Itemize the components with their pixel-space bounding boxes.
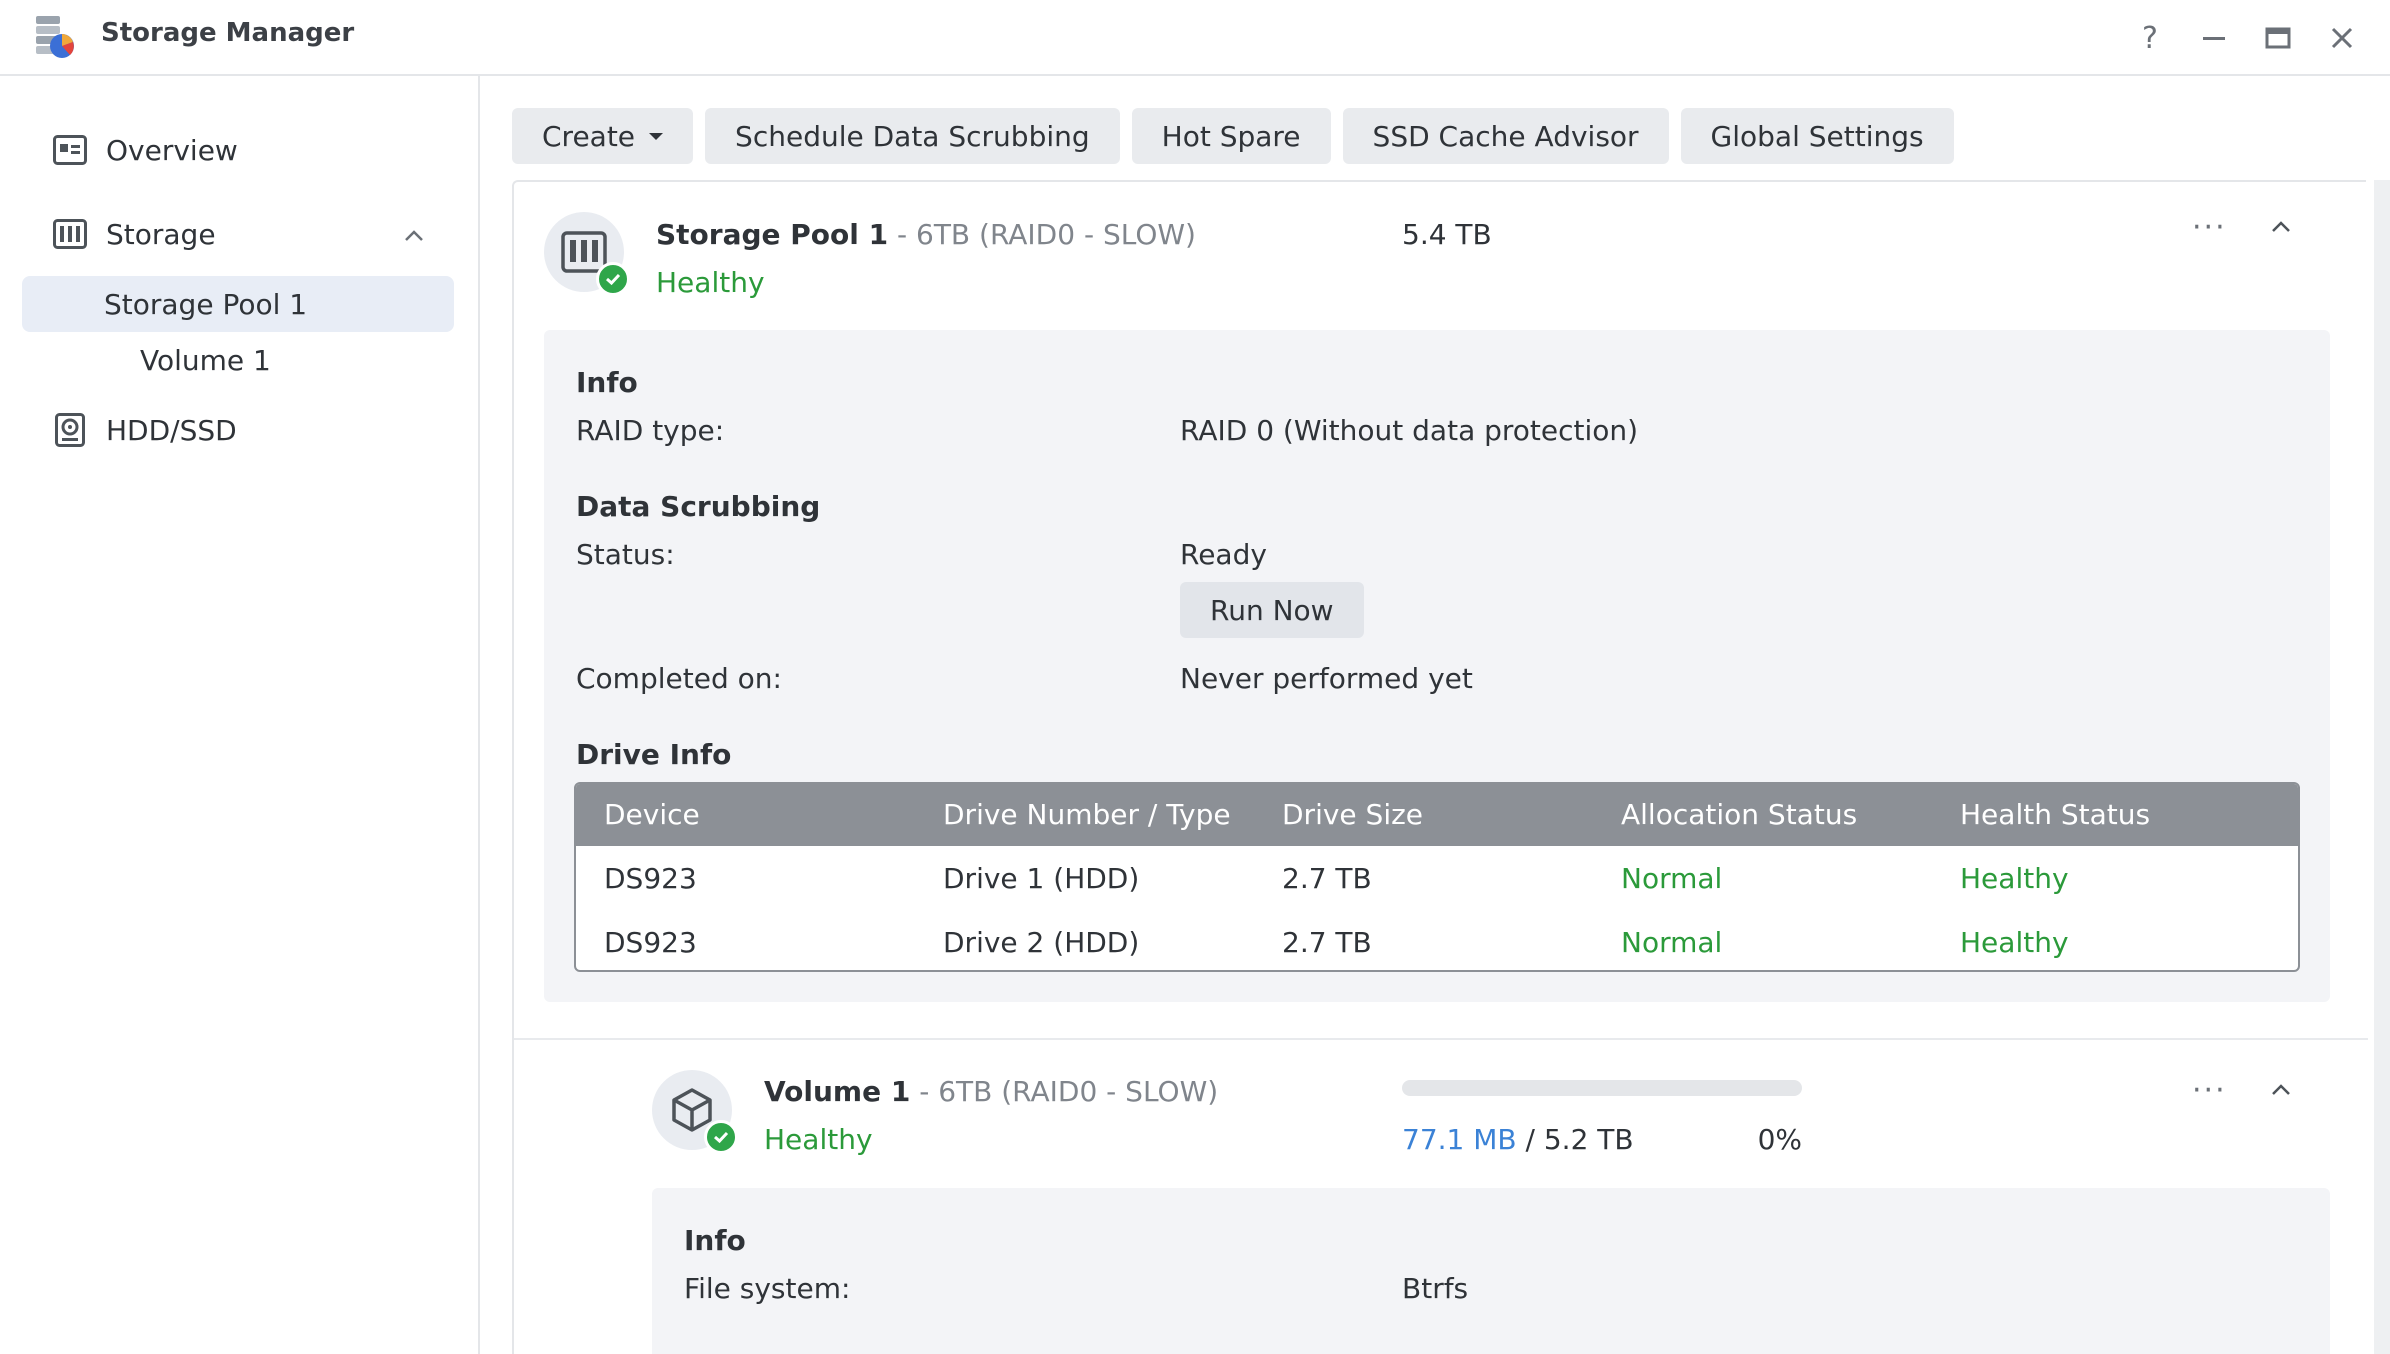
minimize-button[interactable] (2192, 16, 2236, 60)
more-options-button[interactable]: ··· (2192, 210, 2227, 245)
column-header-drive-size[interactable]: Drive Size (1282, 798, 1423, 831)
sidebar-item-storage[interactable]: Storage (22, 206, 454, 262)
close-button[interactable] (2320, 16, 2364, 60)
sidebar-item-label: Volume 1 (140, 343, 271, 377)
sidebar-item-label: Storage Pool 1 (104, 287, 308, 321)
pool-info-panel: Info RAID type: RAID 0 (Without data pro… (544, 330, 2330, 1002)
help-icon: ? (2142, 20, 2158, 56)
cell-drive-size: 2.7 TB (1282, 926, 1372, 959)
sidebar-item-label: Overview (106, 133, 238, 167)
minimize-icon (2203, 37, 2225, 40)
pool-title: Storage Pool 1 - 6TB (RAID0 - SLOW) (656, 218, 1196, 251)
toolbar: Create Schedule Data Scrubbing Hot Spare… (512, 108, 1954, 164)
pool-spec: - 6TB (RAID0 - SLOW) (888, 218, 1196, 251)
column-header-health[interactable]: Health Status (1960, 798, 2150, 831)
overview-icon (52, 132, 88, 168)
maximize-button[interactable] (2256, 16, 2300, 60)
volume-total: 5.2 TB (1543, 1123, 1634, 1156)
volume-info-panel: Info File system: Btrfs (652, 1188, 2330, 1354)
cell-drive-size: 2.7 TB (1282, 862, 1372, 895)
volume-more-options-button[interactable]: ··· (2192, 1073, 2227, 1108)
volume-spec: - 6TB (RAID0 - SLOW) (910, 1075, 1219, 1108)
completed-on-value: Never performed yet (1180, 662, 1473, 695)
cell-drive-number: Drive 1 (HDD) (943, 862, 1140, 895)
volume-usage-percent: 0% (1757, 1123, 1802, 1156)
sidebar-item-hdd-ssd[interactable]: HDD/SSD (22, 402, 454, 458)
main-content: Create Schedule Data Scrubbing Hot Spare… (482, 76, 2390, 1354)
pool-size: 5.4 TB (1402, 218, 1492, 251)
completed-on-label: Completed on: (576, 662, 782, 695)
chevron-up-icon (2272, 221, 2290, 232)
sidebar-item-label: HDD/SSD (106, 413, 237, 447)
volume-title: Volume 1 - 6TB (RAID0 - SLOW) (764, 1075, 1218, 1108)
scrub-status-label: Status: (576, 538, 675, 571)
volume-usage-separator: / (1516, 1123, 1544, 1156)
ssd-cache-advisor-button[interactable]: SSD Cache Advisor (1342, 108, 1669, 164)
cell-health-status: Healthy (1960, 862, 2069, 895)
cell-device: DS923 (604, 862, 697, 895)
maximize-icon (2265, 27, 2291, 49)
column-header-allocation[interactable]: Allocation Status (1621, 798, 1857, 831)
file-system-value: Btrfs (1402, 1272, 1469, 1305)
volume-status: Healthy (764, 1123, 873, 1156)
volume-info-heading: Info (684, 1224, 746, 1257)
hdd-icon (52, 412, 88, 448)
storage-icon (52, 216, 88, 252)
column-header-drive-number[interactable]: Drive Number / Type (943, 798, 1231, 831)
divider (514, 1038, 2368, 1040)
pool-name: Storage Pool 1 (656, 218, 889, 251)
volume-name: Volume 1 (764, 1075, 911, 1108)
table-row[interactable]: DS923 Drive 2 (HDD) 2.7 TB Normal Health… (576, 910, 2298, 970)
create-button[interactable]: Create (512, 108, 694, 164)
schedule-data-scrubbing-button[interactable]: Schedule Data Scrubbing (705, 108, 1120, 164)
volume-usage-bar (1402, 1080, 1802, 1096)
run-now-button[interactable]: Run Now (1180, 582, 1364, 638)
chevron-up-icon (2272, 1084, 2290, 1095)
cell-drive-number: Drive 2 (HDD) (943, 926, 1140, 959)
scrollbar[interactable] (2374, 180, 2390, 1354)
info-heading: Info (576, 366, 638, 399)
healthy-check-icon (704, 1120, 738, 1154)
data-scrubbing-heading: Data Scrubbing (576, 490, 821, 523)
chevron-up-icon[interactable] (402, 222, 426, 255)
raid-type-label: RAID type: (576, 414, 725, 447)
pool-status: Healthy (656, 266, 765, 299)
close-icon (2331, 27, 2353, 49)
create-button-label: Create (542, 119, 636, 153)
sidebar-item-label: Storage (106, 217, 216, 251)
scrub-status-value: Ready (1180, 538, 1267, 571)
volume-usage-text: 77.1 MB / 5.2 TB (1402, 1123, 1634, 1156)
sidebar-item-storage-pool-1[interactable]: Storage Pool 1 (22, 276, 454, 332)
storage-pool-card: Storage Pool 1 - 6TB (RAID0 - SLOW) 5.4 … (512, 180, 2368, 1354)
volume-used-link[interactable]: 77.1 MB (1402, 1123, 1517, 1156)
cell-health-status: Healthy (1960, 926, 2069, 959)
table-row[interactable]: DS923 Drive 1 (HDD) 2.7 TB Normal Health… (576, 846, 2298, 910)
collapse-pool-button[interactable] (2268, 214, 2294, 244)
hot-spare-button[interactable]: Hot Spare (1131, 108, 1331, 164)
storage-manager-app-icon (32, 12, 82, 62)
caret-down-icon (649, 132, 664, 140)
cell-allocation-status: Normal (1621, 926, 1723, 959)
file-system-label: File system: (684, 1272, 851, 1305)
sidebar: Overview Storage Storage Pool 1 Volume 1… (0, 76, 480, 1354)
storage-pool-icon (544, 212, 630, 296)
sidebar-item-overview[interactable]: Overview (22, 122, 454, 178)
raid-type-value: RAID 0 (Without data protection) (1180, 414, 1639, 447)
cell-allocation-status: Normal (1621, 862, 1723, 895)
drive-info-heading: Drive Info (576, 738, 732, 771)
global-settings-button[interactable]: Global Settings (1680, 108, 1954, 164)
table-header: Device Drive Number / Type Drive Size Al… (576, 784, 2298, 846)
help-button[interactable]: ? (2128, 16, 2172, 60)
window-title: Storage Manager (101, 18, 355, 48)
drive-info-table: Device Drive Number / Type Drive Size Al… (574, 782, 2300, 972)
volume-icon (652, 1070, 738, 1154)
column-header-device[interactable]: Device (604, 798, 700, 831)
healthy-check-icon (596, 262, 630, 296)
cell-device: DS923 (604, 926, 697, 959)
title-bar: Storage Manager ? (0, 0, 2390, 76)
collapse-volume-button[interactable] (2268, 1077, 2294, 1107)
sidebar-item-volume-1[interactable]: Volume 1 (22, 332, 454, 388)
